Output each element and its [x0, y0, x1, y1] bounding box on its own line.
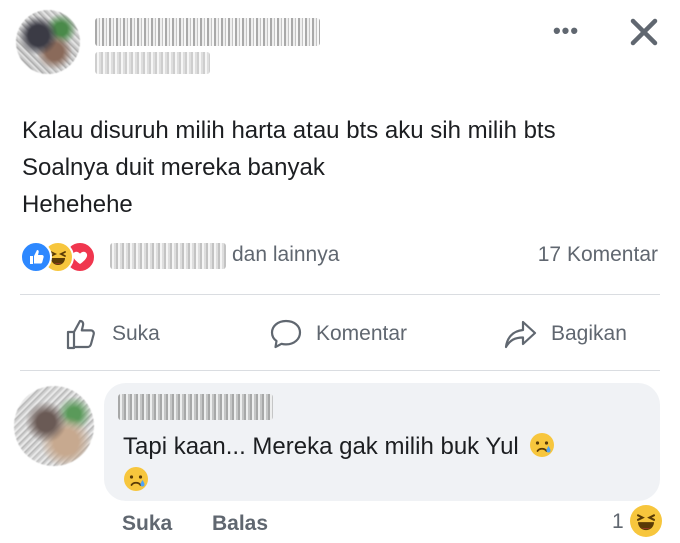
post-line: Hehehehe [22, 191, 133, 218]
post-line: Kalau disuruh milih harta atau bts aku s… [22, 117, 556, 144]
reactors-others-label[interactable]: dan lainnya [232, 243, 339, 267]
post-meta-redacted [95, 52, 210, 74]
share-label: Bagikan [551, 322, 627, 345]
like-button[interactable]: Suka [64, 312, 160, 356]
thumbs-up-icon [66, 319, 95, 350]
commenter-name-redacted[interactable] [118, 394, 273, 420]
share-button[interactable]: Bagikan [503, 312, 627, 356]
author-avatar[interactable] [16, 10, 80, 74]
comment-button[interactable]: Komentar [268, 312, 407, 356]
comment-label: Komentar [316, 322, 408, 345]
commenter-avatar[interactable] [14, 386, 94, 466]
like-icon [20, 241, 52, 273]
share-icon [504, 320, 537, 349]
post-line: Soalnya duit mereka banyak [22, 154, 325, 181]
comment-body: Tapi kaan... Mereka gak milih buk Yul [123, 433, 519, 460]
reactors-names-redacted[interactable] [110, 243, 226, 269]
close-icon [630, 18, 658, 46]
author-name-redacted[interactable] [95, 18, 320, 46]
comment-like-button[interactable]: Suka [122, 512, 172, 536]
post-text: Kalau disuruh milih harta atau bts aku s… [22, 112, 672, 223]
comments-count-link[interactable]: 17 Komentar [538, 243, 658, 267]
comment-reply-button[interactable]: Balas [212, 512, 268, 536]
comment-text: Tapi kaan... Mereka gak milih buk Yul [123, 430, 643, 498]
more-options-button[interactable]: ••• [548, 18, 584, 44]
comment-reaction-count[interactable]: 1 [612, 510, 624, 534]
divider [20, 370, 660, 371]
comment-icon [270, 319, 302, 349]
sad-tear-emoji-icon [124, 467, 148, 491]
like-label: Suka [112, 322, 160, 345]
haha-icon[interactable] [630, 505, 662, 537]
divider [20, 294, 660, 295]
close-button[interactable] [624, 12, 664, 52]
reactions-summary[interactable] [20, 241, 120, 273]
sad-tear-emoji-icon [530, 433, 555, 457]
